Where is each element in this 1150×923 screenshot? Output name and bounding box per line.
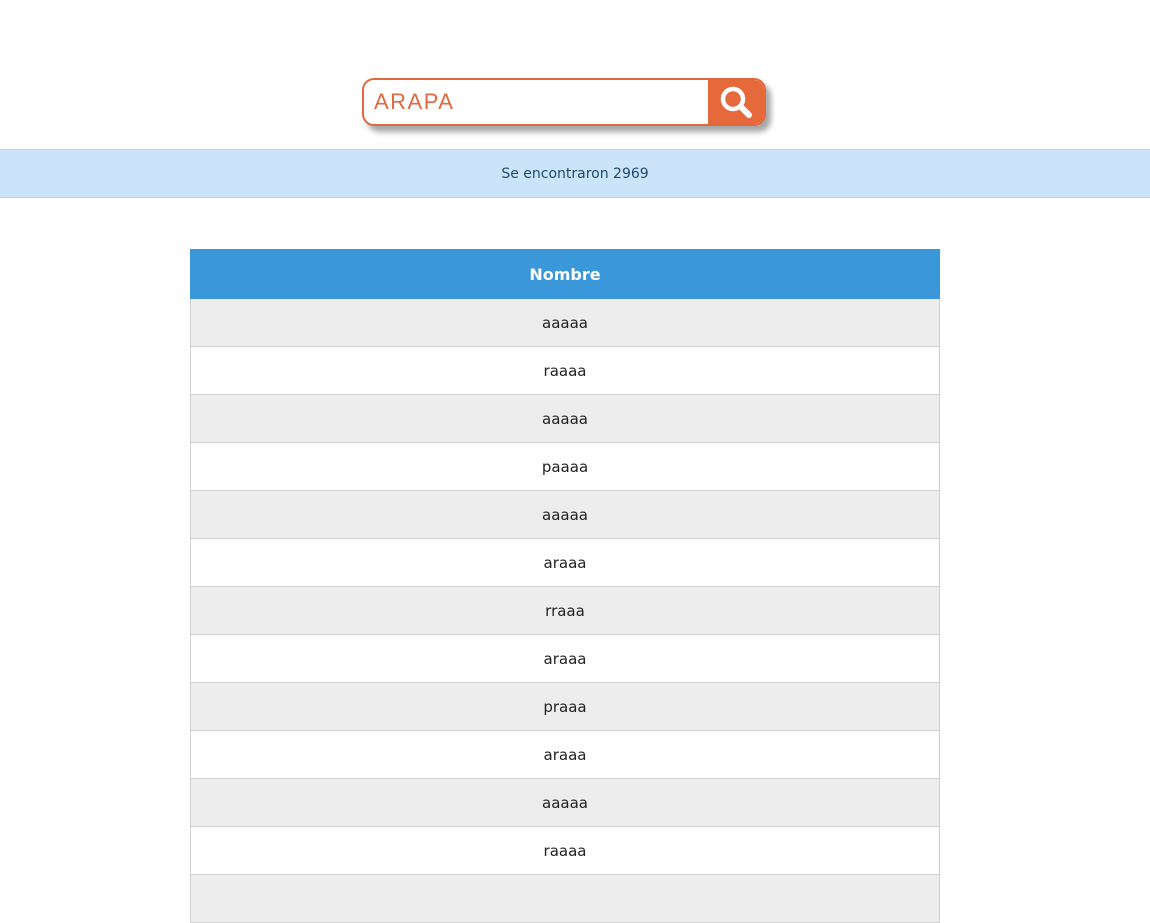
table-row[interactable]: raaaa [190, 826, 940, 875]
table-row[interactable]: rraaa [190, 586, 940, 635]
table-row[interactable]: paaaa [190, 442, 940, 491]
table-row[interactable]: araaa [190, 730, 940, 779]
search-icon [720, 86, 752, 118]
table-row[interactable]: aaaaa [190, 298, 940, 347]
table-cell: araaa [190, 634, 940, 683]
table-cell: raaaa [190, 346, 940, 395]
table-row[interactable] [190, 874, 940, 923]
search-input[interactable] [364, 80, 708, 124]
search-button[interactable] [708, 80, 764, 124]
column-header-nombre: Nombre [190, 249, 940, 299]
table-cell: aaaaa [190, 298, 940, 347]
table-cell: rraaa [190, 586, 940, 635]
table-cell: araaa [190, 730, 940, 779]
table-row[interactable]: araaa [190, 538, 940, 587]
table-cell: raaaa [190, 826, 940, 875]
table-cell [190, 874, 940, 923]
table-cell: aaaaa [190, 490, 940, 539]
table-row[interactable]: praaa [190, 682, 940, 731]
table-row[interactable]: aaaaa [190, 778, 940, 827]
table-row[interactable]: aaaaa [190, 394, 940, 443]
table-cell: araaa [190, 538, 940, 587]
table-row[interactable]: aaaaa [190, 490, 940, 539]
results-banner: Se encontraron 2969 [0, 149, 1150, 198]
table-header-row: Nombre [190, 249, 940, 299]
table-cell: aaaaa [190, 778, 940, 827]
table-row[interactable]: araaa [190, 634, 940, 683]
table-cell: praaa [190, 682, 940, 731]
results-table: Nombre aaaaa raaaa aaaaa paaaa aaaaa ara… [190, 249, 940, 923]
results-count-text: Se encontraron 2969 [501, 165, 649, 182]
table-row[interactable]: raaaa [190, 346, 940, 395]
results-table-container: Nombre aaaaa raaaa aaaaa paaaa aaaaa ara… [190, 249, 940, 923]
search-box [362, 78, 766, 126]
table-cell: aaaaa [190, 394, 940, 443]
table-cell: paaaa [190, 442, 940, 491]
